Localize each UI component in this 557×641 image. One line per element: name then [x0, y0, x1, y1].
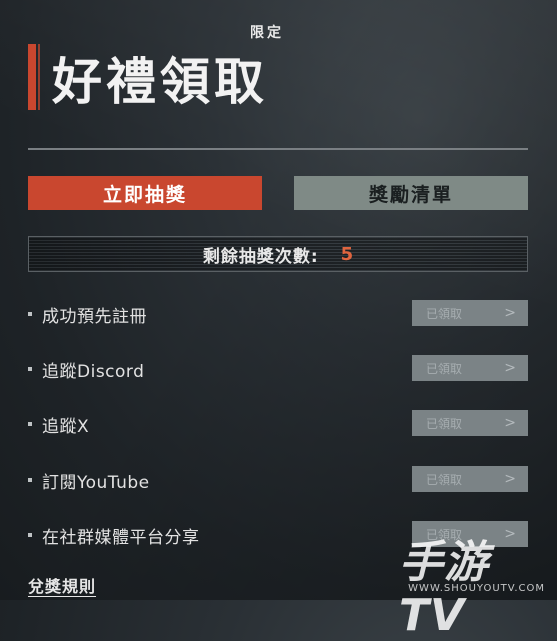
- claim-status: 已領取: [426, 416, 463, 431]
- chevron-right-icon: >: [504, 415, 516, 431]
- remaining-draws-panel: 剩餘抽獎次數: 5: [28, 236, 528, 272]
- task-label: 追蹤Discord: [42, 361, 145, 382]
- title-accent-bar: [28, 44, 40, 110]
- task-label: 成功預先註冊: [42, 306, 147, 327]
- task-row-youtube: 訂閱YouTube 已領取 >: [28, 466, 528, 494]
- claim-status: 已領取: [426, 361, 463, 376]
- claim-status: 已領取: [426, 306, 463, 321]
- claim-button-x[interactable]: 已領取 >: [412, 410, 528, 436]
- task-row-x: 追蹤X 已領取 >: [28, 410, 528, 438]
- bullet-icon: [28, 422, 32, 426]
- claim-button-discord[interactable]: 已領取 >: [412, 355, 528, 381]
- watermark-sub: WWW.SHOUYOUTV.COM: [408, 583, 545, 594]
- remaining-draws-value: 5: [340, 243, 354, 265]
- redeem-rules-link[interactable]: 兌獎規則: [28, 573, 96, 597]
- bullet-icon: [28, 367, 32, 371]
- remaining-draws-label: 剩餘抽獎次數:: [202, 246, 319, 267]
- page-title: 好禮領取: [52, 53, 268, 111]
- claim-button-preregister[interactable]: 已領取 >: [412, 300, 528, 326]
- bullet-icon: [28, 312, 32, 316]
- chevron-right-icon: >: [504, 526, 516, 542]
- title-divider: [28, 148, 528, 150]
- reward-list-button[interactable]: 獎勵清單: [294, 176, 528, 210]
- claim-status: 已領取: [426, 527, 463, 542]
- claim-button-share[interactable]: 已領取 >: [412, 521, 528, 547]
- task-label: 訂閱YouTube: [42, 472, 150, 493]
- limited-badge: 限定: [250, 25, 284, 41]
- draw-now-button[interactable]: 立即抽獎: [28, 176, 262, 210]
- chevron-right-icon: >: [504, 305, 516, 321]
- bullet-icon: [28, 478, 32, 482]
- claim-status: 已領取: [426, 472, 463, 487]
- task-label: 在社群媒體平台分享: [42, 527, 200, 548]
- claim-button-youtube[interactable]: 已領取 >: [412, 466, 528, 492]
- task-row-share: 在社群媒體平台分享 已領取 >: [28, 521, 528, 549]
- bullet-icon: [28, 533, 32, 537]
- chevron-right-icon: >: [504, 360, 516, 376]
- chevron-right-icon: >: [504, 471, 516, 487]
- task-label: 追蹤X: [42, 416, 90, 437]
- task-row-preregister: 成功預先註冊 已領取 >: [28, 300, 528, 328]
- task-row-discord: 追蹤Discord 已領取 >: [28, 355, 528, 383]
